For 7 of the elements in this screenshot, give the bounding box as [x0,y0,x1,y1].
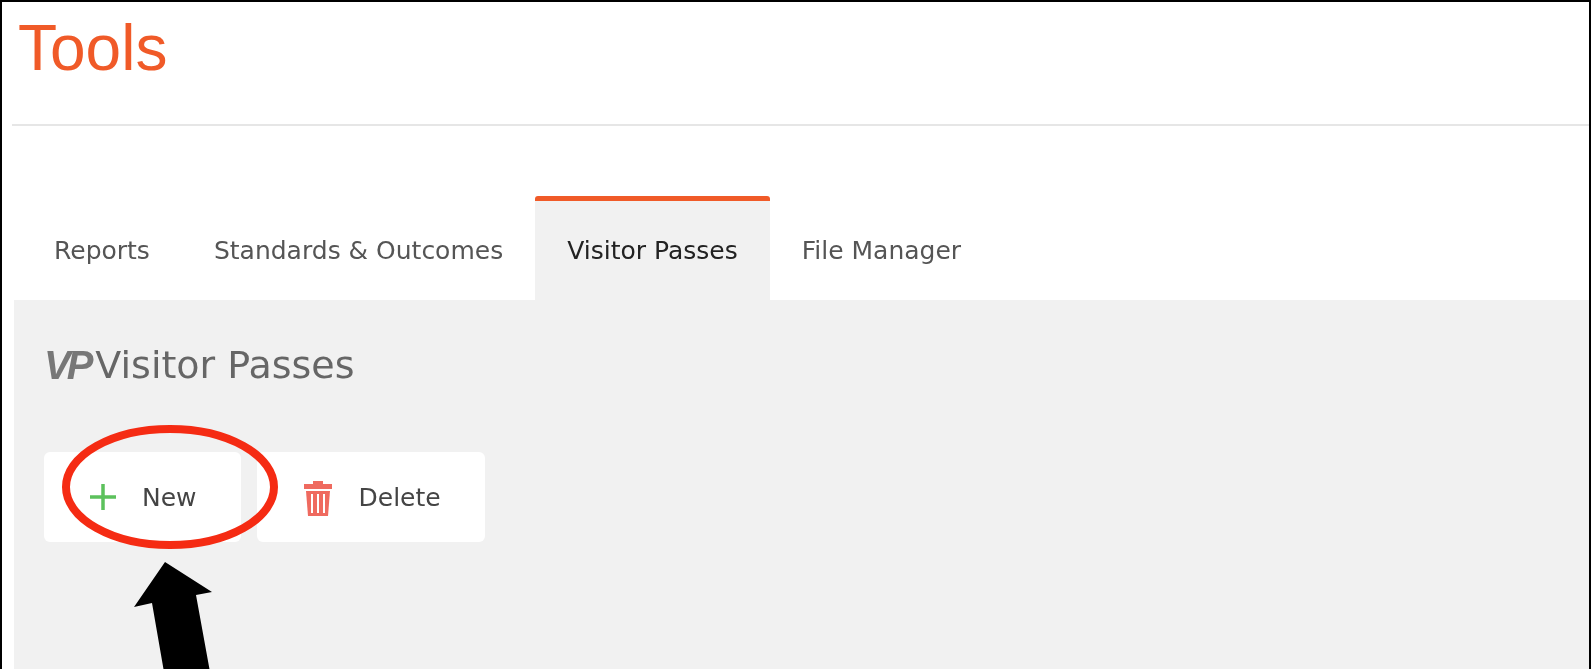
page-title: Tools [17,11,169,86]
tab[interactable]: Visitor Passes [535,196,770,300]
delete-button[interactable]: Delete [256,452,485,542]
new-button[interactable]: New [44,452,241,542]
logo: VP [44,342,90,388]
plus-icon [88,482,118,512]
section-title: Visitor Passes [95,343,355,387]
